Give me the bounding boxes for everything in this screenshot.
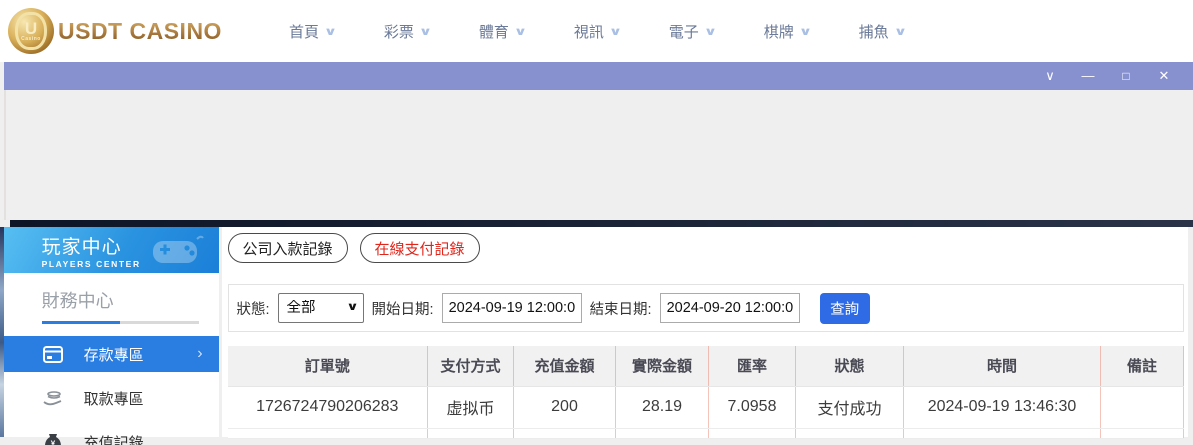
query-button[interactable]: 查詢 xyxy=(820,293,870,324)
nav-item-棋牌[interactable]: 棋牌 ∨ xyxy=(764,21,810,42)
table-cell: 7.0958 xyxy=(709,386,796,428)
chevron-down-icon: ∨ xyxy=(704,25,717,38)
column-header-支付方式: 支付方式 xyxy=(428,346,514,386)
sidebar: 玩家中心 PLAYERS CENTER 財務中心 存款專區›取款專區¥充值記錄 xyxy=(4,227,219,437)
chevron-down-icon: ∨ xyxy=(799,25,812,38)
chevron-down-icon: ∨ xyxy=(514,25,527,38)
table-cell: 200 xyxy=(514,386,616,428)
tab-在線支付記錄[interactable]: 在線支付記錄 xyxy=(360,233,480,263)
coin-letter: U xyxy=(25,21,37,36)
start-date-label: 開始日期: xyxy=(372,298,434,319)
table-cell xyxy=(1101,428,1184,438)
nav-item-label: 視訊 xyxy=(574,21,604,42)
nav-item-label: 捕魚 xyxy=(859,21,889,42)
sidebar-item-label: 充值記錄 xyxy=(84,432,144,445)
nav-item-捕魚[interactable]: 捕魚 ∨ xyxy=(859,21,905,42)
sidebar-section-underline xyxy=(42,321,199,324)
payment-records-table: 訂單號支付方式充值金額實際金額匯率狀態時間備註 1726724790206283… xyxy=(228,346,1185,439)
chevron-right-icon: › xyxy=(197,345,202,363)
table-header-row: 訂單號支付方式充值金額實際金額匯率狀態時間備註 xyxy=(228,346,1184,386)
table-cell xyxy=(709,428,796,438)
table-cell xyxy=(428,428,514,438)
table-cell: 支付成功 xyxy=(796,386,904,428)
minimize-icon[interactable]: — xyxy=(1069,62,1107,90)
sidebar-item-存款專區[interactable]: 存款專區 › xyxy=(4,336,219,372)
table-cell: 2024-09-19 13:46:30 xyxy=(904,386,1101,428)
nav-item-label: 電子 xyxy=(669,21,699,42)
coin-logo-icon: U Casino xyxy=(8,8,54,54)
table-cell: 虚拟币 xyxy=(428,386,514,428)
status-label: 狀態: xyxy=(237,298,270,319)
status-select[interactable]: 全部 xyxy=(278,293,364,323)
nav-item-label: 彩票 xyxy=(384,21,414,42)
site-logo[interactable]: U Casino USDT CASINO xyxy=(8,8,222,54)
table-cell xyxy=(904,428,1101,438)
blank-content-area xyxy=(4,90,1193,220)
table-cell: 28.19 xyxy=(616,386,709,428)
start-date-input[interactable] xyxy=(442,293,582,323)
column-header-時間: 時間 xyxy=(904,346,1101,386)
maximize-icon[interactable]: □ xyxy=(1107,62,1145,90)
table-cell xyxy=(1101,386,1184,428)
table-row: 1726724790206283虚拟币20028.197.0958支付成功202… xyxy=(228,386,1184,428)
sidebar-item-取款專區[interactable]: 取款專區 xyxy=(4,380,219,416)
nav-item-label: 首頁 xyxy=(289,21,319,42)
end-date-label: 結束日期: xyxy=(590,298,652,319)
close-icon[interactable]: ✕ xyxy=(1145,62,1183,90)
sidebar-section-title: 財務中心 xyxy=(4,273,219,321)
top-nav-items: 首頁 ∨ 彩票 ∨ 體育 ∨ 視訊 ∨ 電子 ∨ 棋牌 ∨ 捕魚 ∨ xyxy=(289,21,905,42)
column-header-實際金額: 實際金額 xyxy=(616,346,709,386)
record-tabs: 公司入款記錄在線支付記錄 xyxy=(228,233,1185,263)
nav-item-電子[interactable]: 電子 ∨ xyxy=(669,21,715,42)
sidebar-menu: 存款專區 › 取款專區 ¥ 充值記錄 xyxy=(4,336,219,445)
player-center-section: 玩家中心 PLAYERS CENTER 財務中心 存款專區›取款專區¥充值記錄 … xyxy=(0,227,1193,437)
table-row-partial xyxy=(228,428,1184,438)
sidebar-item-充值記錄[interactable]: ¥ 充值記錄 xyxy=(4,424,219,445)
tab-公司入款記錄[interactable]: 公司入款記錄 xyxy=(228,233,348,263)
nav-item-視訊[interactable]: 視訊 ∨ xyxy=(574,21,620,42)
column-header-充值金額: 充值金額 xyxy=(514,346,616,386)
column-header-備註: 備註 xyxy=(1101,346,1184,386)
nav-item-彩票[interactable]: 彩票 ∨ xyxy=(384,21,430,42)
chevron-down-icon: ∨ xyxy=(893,25,906,38)
top-nav-bar: U Casino USDT CASINO 首頁∨彩票∨體育∨視訊∨電子∨棋牌∨捕… xyxy=(0,0,1193,62)
sidebar-item-label: 存款專區 xyxy=(84,344,144,365)
nav-item-label: 棋牌 xyxy=(764,21,794,42)
table-cell xyxy=(616,428,709,438)
end-date-input[interactable] xyxy=(660,293,800,323)
chevron-down-icon[interactable]: ∨ xyxy=(1031,62,1069,90)
status-select-wrap: 全部 ∨ xyxy=(278,293,364,323)
nav-item-體育[interactable]: 體育 ∨ xyxy=(479,21,525,42)
chevron-down-icon: ∨ xyxy=(609,25,622,38)
window-title-bar: ∨—□✕ xyxy=(4,62,1193,90)
table-cell: 1726724790206283 xyxy=(228,386,428,428)
main-content: 公司入款記錄在線支付記錄 狀態: 全部 ∨ 開始日期: 結束日期: 查詢 訂單號… xyxy=(222,227,1189,437)
nav-item-label: 體育 xyxy=(479,21,509,42)
game-controller-icon xyxy=(151,233,205,267)
table-cell xyxy=(514,428,616,438)
withdraw-hand-icon xyxy=(42,390,64,406)
chevron-down-icon: ∨ xyxy=(324,25,337,38)
svg-text:¥: ¥ xyxy=(50,440,55,445)
column-header-狀態: 狀態 xyxy=(796,346,904,386)
deposit-card-icon xyxy=(42,346,64,363)
nav-item-首頁[interactable]: 首頁 ∨ xyxy=(289,21,335,42)
filter-bar: 狀態: 全部 ∨ 開始日期: 結束日期: 查詢 xyxy=(228,284,1185,332)
logo-text: USDT CASINO xyxy=(58,18,222,45)
navy-divider xyxy=(10,220,1193,227)
table-cell xyxy=(228,428,428,438)
coin-sub-label: Casino xyxy=(21,36,41,42)
column-header-訂單號: 訂單號 xyxy=(228,346,428,386)
sidebar-header: 玩家中心 PLAYERS CENTER xyxy=(4,227,219,273)
column-header-匯率: 匯率 xyxy=(709,346,796,386)
sidebar-item-label: 取款專區 xyxy=(84,388,144,409)
table-cell xyxy=(796,428,904,438)
money-bag-icon: ¥ xyxy=(42,433,64,445)
chevron-down-icon: ∨ xyxy=(419,25,432,38)
